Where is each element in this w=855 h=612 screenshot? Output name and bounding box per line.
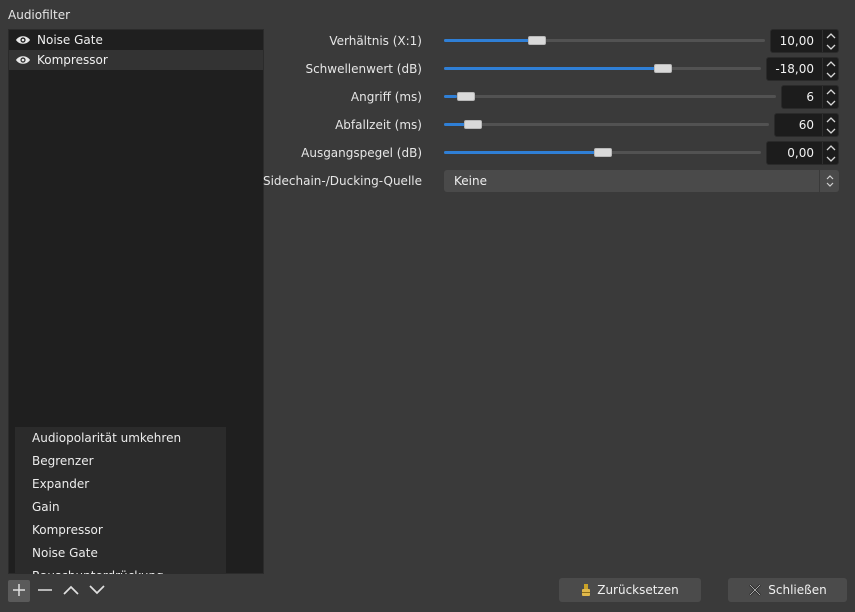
threshold-slider[interactable] <box>444 57 761 81</box>
chevron-down-icon[interactable] <box>823 41 838 52</box>
output-gain-spinbox[interactable]: 0,00 <box>766 141 839 165</box>
menu-item-limiter[interactable]: Begrenzer <box>15 450 226 473</box>
chevron-up-icon[interactable] <box>823 86 838 97</box>
chevron-down-icon[interactable] <box>823 69 838 80</box>
reset-button[interactable]: Zurücksetzen <box>559 578 701 602</box>
menu-item-compressor[interactable]: Kompressor <box>15 519 226 542</box>
menu-item-expander[interactable]: Expander <box>15 473 226 496</box>
close-icon <box>748 583 762 597</box>
filter-item-label: Kompressor <box>37 53 108 67</box>
attack-label: Angriff (ms) <box>350 90 422 104</box>
ratio-row: Verhältnis (X:1) 10,00 <box>270 29 839 53</box>
threshold-row: Schwellenwert (dB) -18,00 <box>270 57 839 81</box>
chevron-up-icon[interactable] <box>823 58 838 69</box>
reset-label: Zurücksetzen <box>597 583 679 597</box>
slider-fill <box>444 39 538 42</box>
attack-row: Angriff (ms) 6 <box>270 85 839 109</box>
close-button[interactable]: Schließen <box>728 578 847 602</box>
eye-icon[interactable] <box>15 54 31 66</box>
move-up-button[interactable] <box>60 580 82 602</box>
slider-fill <box>444 95 458 98</box>
ratio-value[interactable]: 10,00 <box>771 30 822 52</box>
ratio-slider[interactable] <box>444 29 765 53</box>
slider-handle[interactable] <box>464 120 483 129</box>
plus-icon <box>12 583 26 600</box>
output-gain-label: Ausgangspegel (dB) <box>301 146 422 160</box>
menu-item-noise-gate[interactable]: Noise Gate <box>15 542 226 565</box>
chevron-up-icon <box>63 584 79 598</box>
output-gain-value[interactable]: 0,00 <box>767 142 822 164</box>
output-gain-row: Ausgangspegel (dB) 0,00 <box>270 141 839 165</box>
chevron-up-icon[interactable] <box>823 142 838 153</box>
reset-icon <box>581 583 591 597</box>
audio-filter-dialog: Audiofilter Noise Gate Kompressor Verhäl… <box>0 0 855 612</box>
eye-icon[interactable] <box>15 34 31 46</box>
menu-item-invert-polarity[interactable]: Audiopolarität umkehren <box>15 427 226 450</box>
section-title: Audiofilter <box>8 8 71 22</box>
remove-filter-button[interactable] <box>34 580 56 602</box>
menu-item-gain[interactable]: Gain <box>15 496 226 519</box>
minus-icon <box>37 583 53 600</box>
release-label: Abfallzeit (ms) <box>335 118 422 132</box>
ratio-spinbox[interactable]: 10,00 <box>770 29 839 53</box>
threshold-label: Schwellenwert (dB) <box>305 62 422 76</box>
attack-value[interactable]: 6 <box>782 86 822 108</box>
chevron-up-icon[interactable] <box>823 114 838 125</box>
chevron-down-icon[interactable] <box>823 97 838 108</box>
add-filter-menu: Audiopolarität umkehren Begrenzer Expand… <box>15 427 226 574</box>
menu-item-noise-suppression[interactable]: Rauschunterdrückung <box>15 565 226 574</box>
sidechain-select[interactable]: Keine <box>444 170 839 192</box>
slider-handle[interactable] <box>653 64 672 73</box>
release-slider[interactable] <box>444 113 769 137</box>
release-value[interactable]: 60 <box>775 114 822 136</box>
threshold-spinbox[interactable]: -18,00 <box>766 57 839 81</box>
threshold-value[interactable]: -18,00 <box>767 58 822 80</box>
filter-item-kompressor[interactable]: Kompressor <box>9 50 263 70</box>
close-label: Schließen <box>768 583 827 597</box>
chevron-up-icon[interactable] <box>823 30 838 41</box>
release-spinbox[interactable]: 60 <box>774 113 839 137</box>
attack-spinbox[interactable]: 6 <box>781 85 839 109</box>
updown-arrows-icon[interactable] <box>819 170 839 192</box>
slider-handle[interactable] <box>528 36 547 45</box>
filter-item-noise-gate[interactable]: Noise Gate <box>9 30 263 50</box>
release-row: Abfallzeit (ms) 60 <box>270 113 839 137</box>
slider-handle[interactable] <box>457 92 476 101</box>
sidechain-row: Sidechain-/Ducking-Quelle Keine <box>263 170 839 194</box>
slider-handle[interactable] <box>593 148 612 157</box>
chevron-down-icon[interactable] <box>823 125 838 136</box>
chevron-down-icon <box>89 584 105 598</box>
chevron-down-icon[interactable] <box>823 153 838 164</box>
sidechain-value: Keine <box>454 174 487 188</box>
filter-item-label: Noise Gate <box>37 33 103 47</box>
slider-fill <box>444 67 663 70</box>
slider-fill <box>444 151 603 154</box>
output-gain-slider[interactable] <box>444 141 761 165</box>
attack-slider[interactable] <box>444 85 776 109</box>
move-down-button[interactable] <box>86 580 108 602</box>
ratio-label: Verhältnis (X:1) <box>329 34 422 48</box>
add-filter-button[interactable] <box>8 580 30 602</box>
sidechain-label: Sidechain-/Ducking-Quelle <box>262 174 422 188</box>
